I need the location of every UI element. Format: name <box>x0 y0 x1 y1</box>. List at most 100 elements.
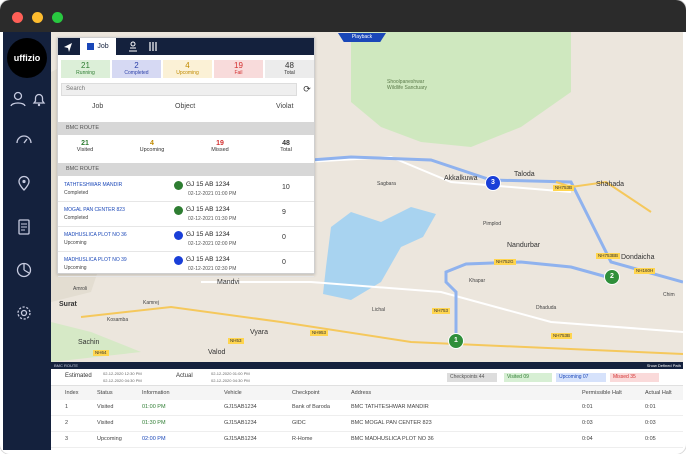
cell-address: BMC TATHTESHWAR MANDIR <box>351 404 429 410</box>
estimated-end-time: 02-12-2020 04:30 PM <box>103 378 142 383</box>
vehicle-number: GJ 15 AB 1234 <box>186 181 230 188</box>
job-status: Upcoming <box>64 265 87 271</box>
route-tag: BMC ROUTE <box>54 363 78 368</box>
job-stats: 21 Running 2 Completed 4 Upcoming 19 Fail 48… <box>61 60 314 78</box>
job-row[interactable]: MOGAL PAN CENTER 823 Completed GJ 15 AB … <box>58 202 314 227</box>
violation-count: 0 <box>282 259 286 266</box>
table-row[interactable]: 3 Upcoming 02:00 PM GJ15AB1234 R-Home BM… <box>51 432 683 448</box>
checkpoint-marker[interactable]: 1 <box>448 333 464 349</box>
violation-count: 0 <box>282 234 286 241</box>
job-status: Upcoming <box>64 240 87 246</box>
town-label: Shahada <box>596 181 625 188</box>
job-row[interactable]: MADHUSLICA PLOT NO 39 Upcoming GJ 15 AB … <box>58 252 314 277</box>
search-input[interactable]: Search <box>61 83 297 96</box>
column-header: Index <box>65 390 79 396</box>
place-label: Sagbara <box>377 181 396 187</box>
stat-running[interactable]: 21 Running <box>61 60 110 78</box>
job-panel: Job 21 Running 2 Completed 4 Upcoming 19 Fai… <box>57 37 315 277</box>
road-badge: NH753BB <box>596 253 621 259</box>
navigate-icon[interactable] <box>62 38 74 55</box>
road-badge: NH53 <box>228 338 244 344</box>
estimated-select[interactable]: Estimated <box>65 373 92 379</box>
job-time: 02-12-2021 02:30 PM <box>188 266 237 272</box>
tab-job[interactable]: Job <box>80 38 116 55</box>
column-header: Address <box>351 390 372 396</box>
job-name[interactable]: MOGAL PAN CENTER 823 <box>64 207 125 213</box>
cell-actual-halt: 0:03 <box>645 420 656 426</box>
vehicle-number: GJ 15 AB 1234 <box>186 206 230 213</box>
columns-icon[interactable] <box>147 38 159 55</box>
checkpoints-chip[interactable]: Checkpoints 44 <box>447 373 497 382</box>
cell-actual-halt: 0:01 <box>645 404 656 410</box>
user-icon[interactable] <box>9 90 27 108</box>
upcoming-chip[interactable]: Upcoming 07 <box>556 373 606 382</box>
job-status: Completed <box>64 215 89 221</box>
visited-chip[interactable]: Visited 09 <box>504 373 552 382</box>
stat-fail[interactable]: 19 Fail <box>214 60 263 78</box>
route-group-header[interactable]: BMC ROUTE <box>58 163 314 176</box>
stat-completed[interactable]: 2 Completed <box>112 60 161 78</box>
maximize-window-button[interactable] <box>52 12 63 23</box>
violation-count: 9 <box>282 209 286 216</box>
minimize-window-button[interactable] <box>32 12 43 23</box>
refresh-icon[interactable]: ⟳ <box>301 83 313 96</box>
job-name[interactable]: MADHUSLICA PLOT NO 39 <box>64 257 127 263</box>
cell-address: BMC MOGAL PAN CENTER 823 <box>351 420 432 426</box>
stat-upcoming[interactable]: 4 Upcoming <box>163 60 212 78</box>
job-row[interactable]: TATHTESHWAR MANDIR Completed GJ 15 AB 12… <box>58 177 314 202</box>
actual-end-time: 02-12-2020 04:30 PM <box>211 378 250 383</box>
cell-address: BMC MADHUSLICA PLOT NO 36 <box>351 436 434 442</box>
job-row[interactable]: MADHUSLICA PLOT NO 36 Upcoming GJ 15 AB … <box>58 227 314 252</box>
cell-checkpoint: R-Home <box>292 436 313 442</box>
sidebar: uffizio <box>3 32 51 450</box>
route-stat-missed: 19 Missed <box>211 140 229 153</box>
dashboard-gauge-icon[interactable] <box>15 130 33 148</box>
bell-icon[interactable] <box>30 90 48 108</box>
playback-button[interactable]: Playback <box>338 33 386 42</box>
close-window-button[interactable] <box>12 12 23 23</box>
town-label: Nandurbar <box>507 242 541 249</box>
cell-status: Upcoming <box>97 436 122 442</box>
column-header-violation: Violat <box>276 103 294 110</box>
settings-gear-icon[interactable] <box>15 304 33 322</box>
checkpoint-table-header: Index Status Information Vehicle Checkpo… <box>51 386 683 400</box>
table-row[interactable]: 1 Visited 01:00 PM GJ15AB1234 Bank of Ba… <box>51 400 683 416</box>
place-label: Amroli <box>73 286 88 292</box>
vehicle-status-dot <box>174 256 183 265</box>
missed-chip[interactable]: Missed 35 <box>610 373 659 382</box>
actual-select[interactable]: Actual <box>176 373 193 379</box>
job-name[interactable]: MADHUSLICA PLOT NO 36 <box>64 232 127 238</box>
column-header-job: Job <box>92 103 104 110</box>
estimated-start-time: 02-12-2020 12:30 PM <box>103 371 142 376</box>
app-window: uffizio Playback Shoolpaneshwar Wildlife… <box>0 0 686 454</box>
road-badge: NH953 <box>310 330 329 336</box>
place-label: Pimplod <box>483 221 502 227</box>
map-pin-icon[interactable] <box>15 174 33 192</box>
job-name[interactable]: TATHTESHWAR MANDIR <box>64 182 122 188</box>
cell-permissible-halt: 0:04 <box>582 436 593 442</box>
road-badge: NH753B <box>551 333 573 339</box>
place-label: Chim <box>663 292 675 298</box>
cell-permissible-halt: 0:01 <box>582 404 593 410</box>
checkpoint-marker[interactable]: 3 <box>485 175 501 191</box>
route-group-header[interactable]: BMC ROUTE <box>58 122 314 135</box>
filter-row: Estimated 02-12-2020 12:30 PM 02-12-2020… <box>51 369 683 386</box>
road-badge: NH752G <box>494 259 516 265</box>
tab-job-label: Job <box>97 43 109 50</box>
report-icon[interactable] <box>15 218 33 236</box>
vehicle-number: GJ 15 AB 1234 <box>186 256 230 263</box>
show-defined-path-toggle[interactable]: Show Defined Path <box>647 362 681 369</box>
cell-checkpoint: GIDC <box>292 420 306 426</box>
analytics-icon[interactable] <box>15 261 33 279</box>
checkpoint-marker[interactable]: 2 <box>604 269 620 285</box>
cell-checkpoint: Bank of Baroda <box>292 404 330 410</box>
stat-total[interactable]: 48 Total <box>265 60 314 78</box>
people-icon[interactable] <box>127 38 139 55</box>
table-row[interactable]: 2 Visited 01:30 PM GJ15AB1234 GIDC BMC M… <box>51 416 683 432</box>
town-label: Dondaicha <box>621 254 655 261</box>
column-header: Information <box>142 390 170 396</box>
road-badge: NH753B <box>553 185 575 191</box>
violation-count: 10 <box>282 184 290 191</box>
road-badge: NH753 <box>432 308 451 314</box>
app-logo: uffizio <box>7 38 47 78</box>
